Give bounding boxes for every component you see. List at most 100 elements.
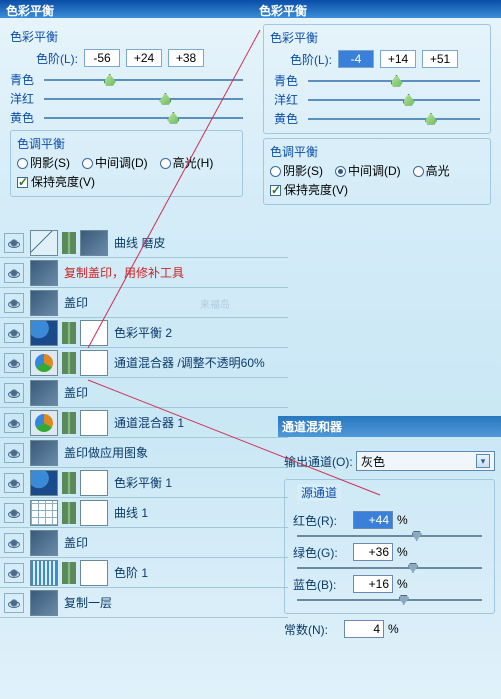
mixer-title: 通道混和器 — [278, 416, 501, 437]
layer-thumb[interactable] — [30, 470, 58, 496]
magenta-slider[interactable] — [44, 98, 243, 100]
layer-thumb[interactable] — [30, 440, 58, 466]
eye-icon[interactable] — [4, 353, 24, 373]
mask-thumb[interactable] — [80, 410, 108, 436]
shadows-radio[interactable]: 阴影(S) — [17, 154, 70, 171]
output-channel-select[interactable]: 灰色 — [356, 451, 495, 471]
yellow-slider[interactable] — [44, 117, 243, 119]
highlights-radio[interactable]: 高光(H) — [160, 154, 214, 171]
preserve-check-2[interactable]: 保持亮度(V) — [270, 181, 348, 198]
red-slider[interactable] — [297, 535, 482, 537]
layer-thumb[interactable] — [30, 590, 58, 616]
layer-thumb[interactable] — [30, 230, 58, 256]
eye-icon[interactable] — [4, 323, 24, 343]
layer-name[interactable]: 色彩平衡 2 — [114, 324, 172, 341]
eye-icon[interactable] — [4, 263, 24, 283]
layer-name[interactable]: 通道混合器 /调整不透明60% — [114, 354, 265, 371]
level-1[interactable]: -56 — [84, 49, 120, 67]
mask-thumb[interactable] — [80, 320, 108, 346]
link-icon[interactable] — [62, 322, 76, 344]
layer-thumb[interactable] — [30, 320, 58, 346]
eye-icon[interactable] — [4, 533, 24, 553]
layer-name[interactable]: 曲线 磨皮 — [114, 234, 165, 251]
layers-panel: 曲线 磨皮 复制盖印，用修补工具 盖印 色彩平衡 2 通道混合器 /调整不透明6… — [0, 228, 288, 618]
watermark: 来福岛 — [200, 296, 230, 311]
yellow-slider-2[interactable] — [308, 118, 480, 120]
mask-thumb[interactable] — [80, 500, 108, 526]
eye-icon[interactable] — [4, 413, 24, 433]
link-icon[interactable] — [62, 472, 76, 494]
layer-name[interactable]: 盖印 — [64, 294, 88, 311]
layer-name[interactable]: 曲线 1 — [114, 504, 148, 521]
link-icon[interactable] — [62, 352, 76, 374]
cyan-label: 青色 — [10, 71, 40, 88]
panel2-sub: 色彩平衡 — [270, 29, 484, 46]
red-label: 红色(R): — [293, 512, 353, 529]
blue-slider[interactable] — [297, 599, 482, 601]
eye-icon[interactable] — [4, 473, 24, 493]
layer-name[interactable]: 色彩平衡 1 — [114, 474, 172, 491]
shadows-radio-2[interactable]: 阴影(S) — [270, 162, 323, 179]
highlights-radio-2[interactable]: 高光 — [413, 162, 450, 179]
output-channel-label: 输出通道(O): — [284, 453, 356, 470]
tone-title: 色调平衡 — [17, 135, 236, 152]
level-1b[interactable]: -4 — [338, 50, 374, 68]
level-3b[interactable]: +51 — [422, 50, 458, 68]
layer-name[interactable]: 盖印做应用图象 — [64, 444, 148, 461]
eye-icon[interactable] — [4, 293, 24, 313]
layer-thumb[interactable] — [30, 380, 58, 406]
link-icon[interactable] — [62, 502, 76, 524]
panel1-sub: 色彩平衡 — [10, 28, 247, 45]
eye-icon[interactable] — [4, 383, 24, 403]
red-value[interactable]: +44 — [353, 511, 393, 529]
eye-icon[interactable] — [4, 593, 24, 613]
level-2[interactable]: +24 — [126, 49, 162, 67]
level-2b[interactable]: +14 — [380, 50, 416, 68]
preserve-check[interactable]: 保持亮度(V) — [17, 173, 95, 190]
magenta-slider-2[interactable] — [308, 99, 480, 101]
link-icon[interactable] — [62, 562, 76, 584]
layer-thumb[interactable] — [30, 500, 58, 526]
eye-icon[interactable] — [4, 503, 24, 523]
constant-value[interactable]: 4 — [344, 620, 384, 638]
midtones-radio-2[interactable]: 中间调(D) — [335, 162, 401, 179]
mask-thumb[interactable] — [80, 470, 108, 496]
layer-name[interactable]: 通道混合器 1 — [114, 414, 184, 431]
cyan-slider-2[interactable] — [308, 80, 480, 82]
midtones-radio[interactable]: 中间调(D) — [82, 154, 148, 171]
layer-name[interactable]: 盖印 — [64, 384, 88, 401]
layer-name[interactable]: 复制盖印，用修补工具 — [64, 264, 184, 281]
eye-icon[interactable] — [4, 233, 24, 253]
level-3[interactable]: +38 — [168, 49, 204, 67]
blue-label: 蓝色(B): — [293, 576, 353, 593]
link-icon[interactable] — [62, 232, 76, 254]
layer-name[interactable]: 色阶 1 — [114, 564, 148, 581]
levels-label: 色阶(L): — [36, 50, 78, 67]
eye-icon[interactable] — [4, 443, 24, 463]
mask-thumb[interactable] — [80, 230, 108, 256]
tone-title-2: 色调平衡 — [270, 143, 484, 160]
layer-name[interactable]: 盖印 — [64, 534, 88, 551]
blue-value[interactable]: +16 — [353, 575, 393, 593]
chevron-down-icon[interactable] — [476, 454, 490, 468]
yellow-label: 黄色 — [10, 109, 40, 126]
mask-thumb[interactable] — [80, 560, 108, 586]
cyan-label-2: 青色 — [274, 72, 304, 89]
channel-mixer-panel: 通道混和器 输出通道(O): 灰色 源通道 红色(R):+44% 绿色(G):+… — [278, 416, 501, 650]
magenta-label: 洋红 — [10, 90, 40, 107]
green-value[interactable]: +36 — [353, 543, 393, 561]
layer-thumb[interactable] — [30, 260, 58, 286]
layer-thumb[interactable] — [30, 560, 58, 586]
layer-thumb[interactable] — [30, 530, 58, 556]
layer-name[interactable]: 复制一层 — [64, 594, 112, 611]
mask-thumb[interactable] — [80, 350, 108, 376]
cyan-slider[interactable] — [44, 79, 243, 81]
magenta-label-2: 洋红 — [274, 91, 304, 108]
source-channel-label: 源通道 — [297, 484, 341, 501]
green-slider[interactable] — [297, 567, 482, 569]
constant-label: 常数(N): — [284, 621, 344, 638]
eye-icon[interactable] — [4, 563, 24, 583]
link-icon[interactable] — [62, 412, 76, 434]
green-label: 绿色(G): — [293, 544, 353, 561]
layer-thumb[interactable] — [30, 290, 58, 316]
